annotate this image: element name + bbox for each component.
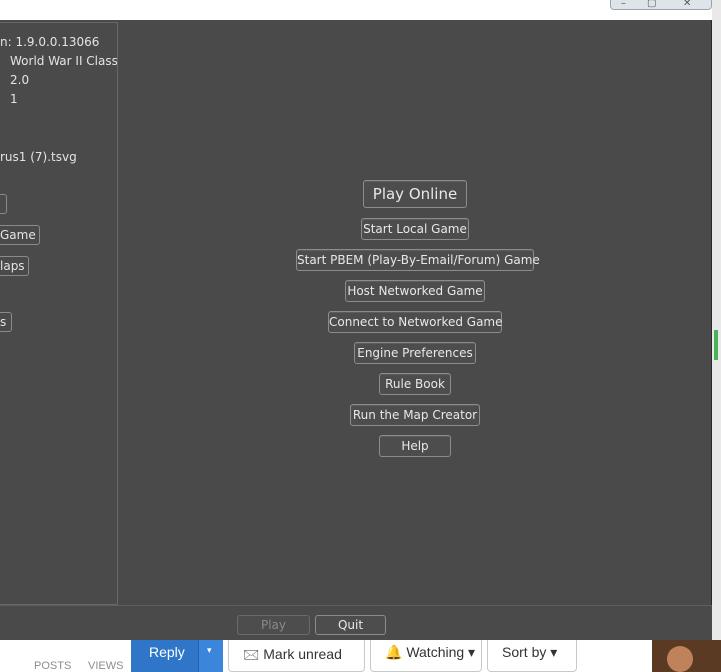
mark-unread-button[interactable]: 🖂 Mark unread [228, 640, 365, 672]
quit-button[interactable]: Quit [315, 615, 386, 635]
background-window-controls: – ▢ ✕ [610, 0, 712, 10]
run-map-creator-button[interactable]: Run the Map Creator [350, 404, 480, 426]
reply-button[interactable]: Reply ▾ [131, 640, 223, 672]
posts-stat-label: POSTS [34, 660, 72, 672]
maximize-icon[interactable]: ▢ [647, 0, 656, 9]
game-options-button[interactable]: s [0, 312, 12, 332]
play-button[interactable]: Play [237, 615, 310, 635]
sort-by-button[interactable]: Sort by ▾ [487, 640, 577, 672]
views-stat-label: VIEWS [88, 660, 124, 672]
connect-networked-game-button[interactable]: Connect to Networked Game [328, 311, 503, 333]
triplea-main-window: n: 1.9.0.0.13066 World War II Classic 2.… [0, 20, 712, 640]
game-info-panel: n: 1.9.0.0.13066 World War II Classic 2.… [0, 22, 118, 605]
main-menu-area: Play Online Start Local Game Start PBEM … [118, 20, 712, 603]
reply-dropdown-button[interactable]: ▾ [198, 640, 223, 672]
close-icon[interactable]: ✕ [683, 0, 691, 9]
bottom-button-bar: Play Quit [0, 605, 712, 640]
reply-button-label: Reply [149, 644, 185, 660]
host-networked-game-button[interactable]: Host Networked Game [345, 280, 485, 302]
minimize-icon[interactable]: – [621, 0, 626, 9]
engine-version-text: n: 1.9.0.0.13066 [0, 35, 100, 49]
game-version-text: 2.0 [10, 73, 30, 87]
start-local-game-button[interactable]: Start Local Game [361, 218, 469, 240]
play-online-button[interactable]: Play Online [363, 180, 467, 208]
rule-book-button[interactable]: Rule Book [379, 373, 451, 395]
select-saved-game-button[interactable]: Game [0, 225, 40, 245]
game-name-text: World War II Classic [10, 54, 118, 68]
select-game-button[interactable] [0, 194, 7, 214]
help-button[interactable]: Help [379, 435, 451, 457]
game-round-text: 1 [10, 92, 18, 106]
save-file-name-text: rus1 (7).tsvg [0, 150, 77, 164]
background-image-detail [667, 646, 693, 672]
start-pbem-game-button[interactable]: Start PBEM (Play-By-Email/Forum) Game [296, 249, 540, 271]
chevron-down-icon: ▾ [207, 646, 212, 656]
background-decoration [714, 330, 718, 360]
engine-preferences-button[interactable]: Engine Preferences [354, 342, 476, 364]
watching-button[interactable]: 🔔 Watching ▾ [370, 640, 482, 672]
download-maps-button[interactable]: laps [0, 256, 29, 276]
